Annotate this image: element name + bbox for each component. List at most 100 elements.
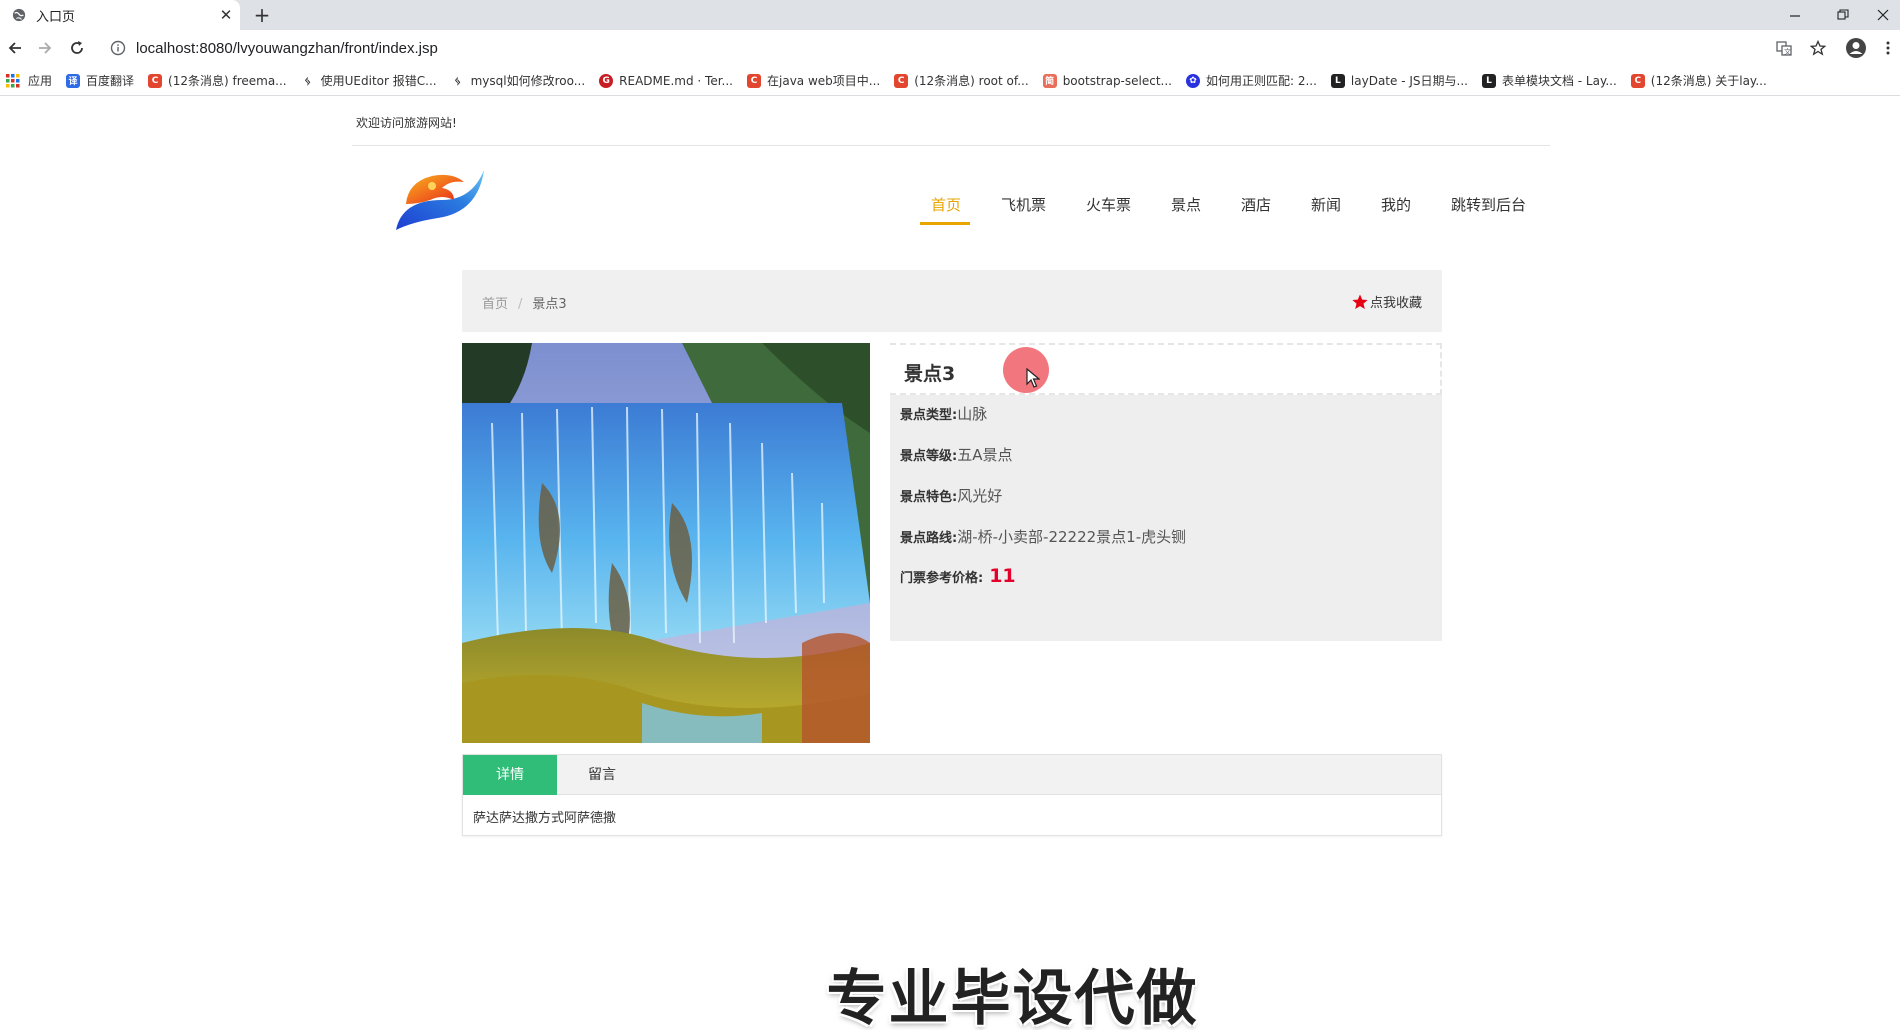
bookmark-item[interactable]: 应用 <box>6 69 52 93</box>
nav-flights[interactable]: 飞机票 <box>1001 190 1046 230</box>
browser-tab-strip: 入口页 ✕ + <box>0 0 1900 30</box>
attraction-type-value: 山脉 <box>957 405 988 423</box>
watermark-text: 专业毕设代做 <box>826 964 1199 1030</box>
close-icon[interactable]: ✕ <box>212 6 240 24</box>
csdn-icon: C <box>148 73 163 88</box>
csdn-icon: C <box>894 73 909 88</box>
attraction-type-label: 景点类型: <box>900 408 958 423</box>
attraction-name: 景点3 <box>904 363 956 385</box>
minimize-icon <box>1790 15 1800 17</box>
more-vert-icon <box>1886 41 1890 55</box>
restore-icon <box>1837 9 1849 20</box>
tab-title: 入口页 <box>36 9 76 25</box>
site-topbar: 欢迎访问旅游网站! <box>352 96 1550 146</box>
layui-icon: L <box>1481 73 1496 88</box>
bookmark-item[interactable]: 译百度翻译 <box>66 69 134 93</box>
ueditor-icon: ᛃ <box>300 73 315 88</box>
bookmark-label: 应用 <box>28 74 53 88</box>
ticket-price-label: 门票参考价格: <box>900 571 984 586</box>
favorite-label: 点我收藏 <box>1369 296 1422 311</box>
arrow-right-icon <box>39 42 52 54</box>
tabs-header: 详情 留言 <box>463 755 1441 795</box>
layui-icon: L <box>1330 73 1345 88</box>
ticket-price-value: 11 <box>989 565 1016 587</box>
nav-trains[interactable]: 火车票 <box>1086 190 1131 230</box>
attraction-level-value: 五A景点 <box>957 446 1013 464</box>
bookmark-item[interactable]: ✿ 如何用正则匹配: 2... <box>1185 69 1317 93</box>
url-text: localhost:8080/lvyouwangzhan/front/index… <box>136 39 438 57</box>
bookmark-item[interactable]: C 在java web项目中... <box>747 69 880 93</box>
ticket-price-row: 门票参考价格: 11 <box>900 565 1016 587</box>
back-button[interactable] <box>2 35 28 61</box>
nav-hotels[interactable]: 酒店 <box>1241 190 1271 230</box>
favorite-button[interactable]: 点我收藏 <box>1352 292 1422 311</box>
nav-mine[interactable]: 我的 <box>1381 190 1411 230</box>
reload-icon <box>71 41 83 54</box>
bookmark-label: 在java web项目中... <box>767 74 881 88</box>
forward-button[interactable] <box>32 35 58 61</box>
profile-button[interactable] <box>1844 36 1868 60</box>
bookmark-star-button[interactable] <box>1806 36 1830 60</box>
account-icon <box>1846 38 1866 58</box>
gitee-icon: G <box>599 73 614 88</box>
site-logo[interactable] <box>392 160 488 238</box>
bookmark-item[interactable]: C (12条消息) freema... <box>148 69 287 93</box>
tab-details[interactable]: 详情 <box>463 755 557 795</box>
attraction-feature-value: 风光好 <box>957 487 1003 505</box>
nav-news[interactable]: 新闻 <box>1311 190 1341 230</box>
star-outline-icon <box>1810 40 1826 56</box>
close-icon <box>1877 9 1889 21</box>
attraction-photo <box>462 343 870 743</box>
breadcrumb: 首页 / 景点3 <box>482 293 567 312</box>
bookmark-label: 表单模块文档 - Lay... <box>1501 74 1617 88</box>
reload-button[interactable] <box>64 35 90 61</box>
attraction-title-bar: 景点3 <box>890 343 1442 395</box>
detail-content: 萨达萨达撒方式阿萨德撒 <box>473 811 617 826</box>
welcome-text: 欢迎访问旅游网站! <box>356 116 457 130</box>
bookmark-label: mysql如何修改roo... <box>470 74 586 88</box>
tab-comments[interactable]: 留言 <box>557 755 647 795</box>
bookmark-label: (12条消息) 关于lay... <box>1650 74 1767 88</box>
breadcrumb-home[interactable]: 首页 <box>482 297 508 312</box>
mouse-cursor-icon <box>1026 368 1040 388</box>
bookmark-label: 使用UEditor 报错C... <box>320 74 437 88</box>
detail-tabs: 详情 留言 萨达萨达撒方式阿萨德撒 <box>462 754 1442 836</box>
bookmark-label: 百度翻译 <box>86 74 135 88</box>
bookmark-item[interactable]: LlayDate - JS日期与... <box>1330 69 1468 93</box>
bookmark-item[interactable]: G README.md · Ter... <box>599 69 733 93</box>
nav-attractions[interactable]: 景点 <box>1171 190 1201 230</box>
close-window-button[interactable] <box>1858 0 1900 30</box>
bookmark-item[interactable]: 简 bootstrap-select... <box>1042 69 1172 93</box>
bookmark-label: (12条消息) root of... <box>914 74 1029 88</box>
address-bar[interactable]: localhost:8080/lvyouwangzhan/front/index… <box>100 34 1800 62</box>
new-tab-button[interactable]: + <box>250 3 274 27</box>
breadcrumb-current: 景点3 <box>532 297 567 312</box>
breadcrumb-separator: / <box>518 297 523 312</box>
csdn-icon: C <box>747 73 761 88</box>
attraction-route-value: 湖-桥-小卖部-22222景点1-虎头铡 <box>957 528 1187 546</box>
svg-text:文: 文 <box>1784 47 1791 56</box>
translate-button[interactable]: 文 <box>1772 36 1796 60</box>
bookmark-item[interactable]: ᛃ 使用UEditor 报错C... <box>300 69 437 93</box>
bookmark-label: bootstrap-select... <box>1062 73 1172 88</box>
bookmark-item[interactable]: ᛃ mysql如何修改roo... <box>450 69 586 93</box>
attraction-level-row: 景点等级:五A景点 <box>900 444 1012 465</box>
apps-grid-icon <box>6 73 20 87</box>
csdn-icon: C <box>1630 73 1645 88</box>
arrow-left-icon <box>8 42 21 54</box>
bookmarks-bar: 应用 译百度翻译 C (12条消息) freema... ᛃ 使用UEditor 报… <box>0 66 1900 96</box>
bookmark-item[interactable]: C (12条消息) 关于lay... <box>1630 69 1767 93</box>
baidu-paw-icon: ✿ <box>1185 73 1200 88</box>
ueditor-icon: ᛃ <box>450 73 465 88</box>
translate-icon: 译 <box>66 73 81 88</box>
browser-tab[interactable]: 入口页 ✕ <box>0 0 240 30</box>
bookmark-item[interactable]: C (12条消息) root of... <box>894 69 1029 93</box>
bookmark-item[interactable]: L 表单模块文档 - Lay... <box>1481 69 1617 93</box>
translate-icon: 文 <box>1776 41 1792 56</box>
attraction-feature-row: 景点特色:风光好 <box>900 485 1002 506</box>
nav-admin[interactable]: 跳转到后台 <box>1451 190 1526 230</box>
jianshu-icon: 简 <box>1042 73 1057 88</box>
minimize-button[interactable] <box>1770 0 1820 30</box>
bookmark-label: 如何用正则匹配: 2... <box>1205 74 1317 88</box>
menu-button[interactable] <box>1876 36 1900 60</box>
